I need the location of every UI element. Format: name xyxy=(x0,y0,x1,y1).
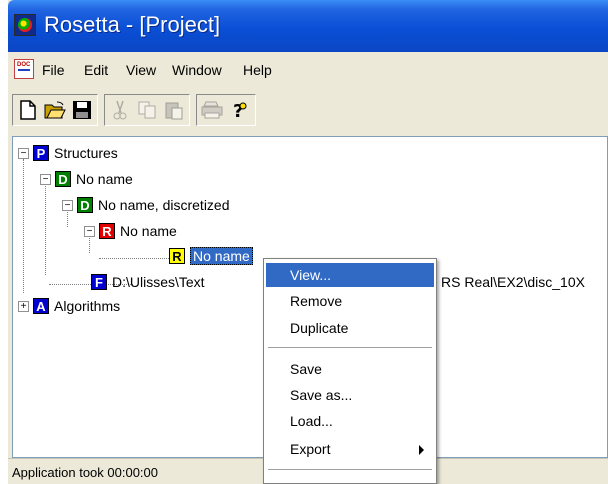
tree-node-algorithms[interactable]: A Algorithms xyxy=(33,296,120,316)
cut-scissors-icon[interactable] xyxy=(108,98,132,122)
help-question-icon[interactable]: ? xyxy=(227,98,251,122)
d-node-icon: D xyxy=(55,171,71,187)
menu-item-export-label: Export xyxy=(290,441,331,457)
tree-node-label: Structures xyxy=(54,145,118,161)
f-node-icon: F xyxy=(91,274,107,290)
tree-node-label-selected: No name xyxy=(190,247,253,265)
tree-node-rules[interactable]: R No name xyxy=(169,246,253,266)
menu-item-view[interactable]: View... xyxy=(266,263,434,287)
tree-node-structures[interactable]: P Structures xyxy=(33,143,118,163)
a-node-icon: A xyxy=(33,298,49,314)
submenu-arrow-icon xyxy=(419,445,424,455)
menu-item-export[interactable]: Export xyxy=(266,437,434,461)
toolbar: ? xyxy=(8,92,608,128)
tree-node-label: No name xyxy=(76,171,133,187)
tree-node-file[interactable]: F D:\Ulisses\Text xyxy=(91,272,205,292)
tree-node-file-tail: RS Real\EX2\disc_10X xyxy=(441,272,585,292)
expander-discretized[interactable]: − xyxy=(62,200,73,211)
tree-node-dataset[interactable]: D No name xyxy=(55,169,133,189)
context-menu: View... Remove Duplicate Save Save as...… xyxy=(263,258,437,484)
new-document-icon[interactable] xyxy=(16,98,40,122)
tree-node-label: D:\Ulisses\Text xyxy=(112,274,205,290)
menu-item-load[interactable]: Load... xyxy=(266,409,434,433)
doc-icon-text: DOC xyxy=(17,62,31,68)
menu-help[interactable]: Help xyxy=(243,62,272,78)
expander-dataset[interactable]: − xyxy=(40,174,51,185)
menu-bar: DOC File Edit View Window Help xyxy=(8,56,608,84)
tree-node-label: No name xyxy=(120,223,177,239)
menu-file[interactable]: File xyxy=(42,62,65,78)
menu-item-duplicate[interactable]: Duplicate xyxy=(266,316,434,340)
document-menu-icon[interactable]: DOC xyxy=(14,59,34,79)
toolbar-misc-group: ? xyxy=(196,94,256,126)
toolbar-edit-group xyxy=(104,94,190,126)
copy-icon[interactable] xyxy=(135,98,159,122)
menu-window[interactable]: Window xyxy=(172,62,222,78)
tree-connector xyxy=(45,181,46,275)
save-disk-icon[interactable] xyxy=(70,98,94,122)
expander-algorithms[interactable]: + xyxy=(18,301,29,312)
expander-structures[interactable]: − xyxy=(18,148,29,159)
toolbar-file-group xyxy=(12,94,98,126)
tree-connector xyxy=(23,159,24,293)
tree-node-discretized[interactable]: D No name, discretized xyxy=(77,195,230,215)
menu-edit[interactable]: Edit xyxy=(84,62,108,78)
d-node-icon: D xyxy=(77,197,93,213)
window-title: Rosetta - [Project] xyxy=(44,12,221,37)
r-node-icon: R xyxy=(99,223,115,239)
menu-item-save-as[interactable]: Save as... xyxy=(266,383,434,407)
tree-node-reducts[interactable]: R No name xyxy=(99,221,177,241)
menu-item-remove[interactable]: Remove xyxy=(266,289,434,313)
menu-separator xyxy=(268,469,432,471)
p-node-icon: P xyxy=(33,145,49,161)
print-icon[interactable] xyxy=(200,98,224,122)
tree-node-label: Algorithms xyxy=(54,298,121,314)
menu-view[interactable]: View xyxy=(126,62,156,78)
menu-item-save[interactable]: Save xyxy=(266,357,434,381)
rosetta-app-icon[interactable] xyxy=(14,14,36,36)
paste-icon[interactable] xyxy=(162,98,186,122)
application-window: Rosetta - [Project] DOC File Edit View W… xyxy=(8,0,608,484)
expander-reducts[interactable]: − xyxy=(84,226,95,237)
status-text: Application took 00:00:00 xyxy=(12,465,158,480)
tree-node-label: No name, discretized xyxy=(98,197,230,213)
menu-separator xyxy=(268,347,432,349)
title-bar[interactable]: Rosetta - [Project] xyxy=(8,0,608,52)
tree-node-label-tail: RS Real\EX2\disc_10X xyxy=(441,274,585,290)
r-node-icon: R xyxy=(169,248,185,264)
tree-connector xyxy=(99,258,179,259)
open-folder-icon[interactable] xyxy=(43,98,67,122)
